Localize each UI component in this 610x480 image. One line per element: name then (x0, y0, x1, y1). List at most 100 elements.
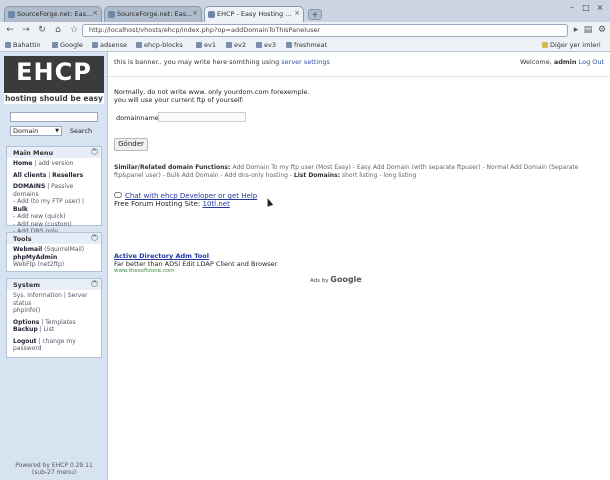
powered-by: Powered by EHCP 0.29.11 (sub-27 menu) (15, 462, 93, 476)
username: admin (553, 58, 577, 66)
tab-ehcp[interactable]: EHCP - Easy Hosting ... × (204, 6, 304, 22)
phpmyadmin-link[interactable]: phpMyAdmin (13, 254, 57, 261)
browser-tab-strip: SourceForge.net: Eas... × SourceForge.ne… (0, 0, 610, 22)
chat-line: Chat with ehcp Developer or get Help (114, 192, 257, 200)
system-header: System ^ (7, 279, 101, 290)
chat-icon (114, 192, 122, 198)
webmail-link[interactable]: Webmail (13, 246, 42, 253)
webftp-link[interactable]: WebFtp (net2ftp) (13, 261, 64, 268)
home-link[interactable]: Home (13, 160, 32, 167)
bulk-link[interactable]: Bulk (13, 206, 28, 213)
options-link[interactable]: Options (13, 319, 39, 326)
home-icon[interactable]: ⌂ (52, 25, 64, 36)
chat-link[interactable]: Chat with ehcp Developer or get Help (125, 192, 257, 200)
ehcp-logo[interactable]: EHCP hosting should be easy (4, 56, 104, 104)
add-version-link[interactable]: add version (38, 160, 73, 167)
tools-header: Tools ^ (7, 233, 101, 244)
logo-text: EHCP (16, 58, 92, 86)
add-custom-link[interactable]: - Add new (custom) (13, 221, 72, 228)
bookmark-star-icon[interactable]: ☆ (68, 25, 80, 36)
bookmark-ev3[interactable]: ev3 (256, 41, 276, 49)
domains-link[interactable]: DOMAINS (13, 183, 45, 190)
ehcp-favicon-icon (208, 11, 215, 18)
sys-info-link[interactable]: Sys. information (13, 292, 62, 299)
sourceforge-favicon-icon (108, 11, 115, 18)
tab-label: EHCP - Easy Hosting ... (217, 10, 292, 18)
reload-icon[interactable]: ↻ (36, 25, 48, 36)
ads-by-google[interactable]: Ads by Google (310, 275, 362, 284)
bookmark-ev2[interactable]: ev2 (226, 41, 246, 49)
wrench-icon[interactable]: ⚙ (596, 25, 608, 36)
window-close-icon[interactable]: × (594, 3, 606, 13)
similar-functions: Similar/Related domain Functions: Add Do… (114, 164, 579, 179)
collapse-icon[interactable]: ^ (91, 280, 98, 287)
google-logo: Google (330, 275, 362, 284)
server-settings-link[interactable]: server settings (281, 58, 330, 66)
bookmark-adsense[interactable]: adsense (92, 41, 127, 49)
system-box: System ^ Sys. information | Server status… (6, 278, 102, 358)
collapse-icon[interactable]: ^ (91, 234, 98, 241)
bookmark-ev1[interactable]: ev1 (196, 41, 216, 49)
list-link[interactable]: List (44, 326, 55, 333)
main-menu-header: Main Menu ^ (7, 147, 101, 158)
freshmeat-icon (286, 42, 292, 48)
logout-link[interactable]: Logout (13, 338, 37, 345)
search-button[interactable]: Search (66, 125, 96, 137)
bookmark-google[interactable]: Google (52, 41, 83, 49)
tab-label: SourceForge.net: Eas... (17, 10, 93, 18)
forum-link[interactable]: 10tl.net (203, 200, 230, 208)
page-menu-icon[interactable]: ▤ (582, 25, 594, 36)
google-ad: Active Directory Adm Tool Far better tha… (114, 252, 278, 276)
ad-description: Far better than ADSI Edit LDAP Client an… (114, 259, 278, 268)
all-clients-link[interactable]: All clients (13, 172, 46, 179)
bookmark-freshmeat[interactable]: freshmeat (286, 41, 327, 49)
search-type-select[interactable]: Domain ▼ (10, 126, 62, 136)
main-menu-box: Main Menu ^ Home | add version All client… (6, 146, 102, 235)
go-icon[interactable]: ▸ (570, 25, 582, 36)
search-input[interactable] (10, 112, 98, 122)
close-icon[interactable]: × (92, 9, 98, 17)
logout-link[interactable]: Log Out (579, 58, 604, 66)
ad-url[interactable]: www.thesoftzone.com (114, 268, 277, 276)
tab-label: SourceForge.net: Eas... (117, 10, 193, 18)
new-tab-button[interactable]: + (308, 9, 322, 20)
folder-icon (5, 42, 11, 48)
phpinfo-link[interactable]: phpinfo() (13, 307, 40, 314)
tab-sourceforge-1[interactable]: SourceForge.net: Eas... × (4, 6, 102, 22)
submit-button[interactable]: Gönder (114, 138, 148, 151)
close-icon[interactable]: × (294, 9, 300, 17)
form-note: Normally, do not write www. only yourdom… (114, 88, 310, 104)
home-icon (226, 42, 232, 48)
backup-link[interactable]: Backup (13, 326, 38, 333)
close-icon[interactable]: × (192, 9, 198, 17)
domainname-input[interactable] (158, 112, 246, 122)
folder-icon (542, 42, 548, 48)
tab-sourceforge-2[interactable]: SourceForge.net: Eas... × (104, 6, 202, 22)
list-domain-links[interactable]: short listing - long listing (340, 172, 416, 179)
bookmark-ehcp-blocks[interactable]: ehcp-blocks (136, 41, 183, 49)
chevron-down-icon: ▼ (55, 128, 59, 134)
add-quick-link[interactable]: - Add new (quick) (13, 213, 66, 220)
mouse-cursor-icon (264, 197, 274, 207)
sourceforge-favicon-icon (8, 11, 15, 18)
forum-line: Free Forum Hosting Site: 10tl.net (114, 200, 230, 208)
bookmark-bahattin[interactable]: Bahattin (5, 41, 41, 49)
page-icon (136, 42, 142, 48)
minimize-icon[interactable]: – (566, 3, 578, 13)
page-icon (196, 42, 202, 48)
home-icon (256, 42, 262, 48)
divider (108, 76, 610, 77)
address-bar[interactable]: http://localhost/vhosts/ehcp/index.php?o… (82, 24, 568, 37)
back-icon[interactable]: ← (4, 25, 16, 36)
collapse-icon[interactable]: ^ (91, 148, 98, 155)
templates-link[interactable]: Templates (45, 319, 76, 326)
maximize-icon[interactable]: □ (580, 3, 592, 13)
resellers-link[interactable]: Resellers (52, 172, 83, 179)
forward-icon[interactable]: → (20, 25, 32, 36)
domainname-label: domainname (116, 114, 159, 122)
bookmarks-bar: Bahattin Google adsense ehcp-blocks ev1 … (0, 39, 610, 52)
other-bookmarks[interactable]: Diğer yer imleri (542, 41, 601, 49)
add-to-ftp-link[interactable]: - Add (to my FTP user) (13, 198, 80, 205)
adsense-icon (92, 42, 98, 48)
logo-tagline: hosting should be easy (4, 93, 104, 104)
